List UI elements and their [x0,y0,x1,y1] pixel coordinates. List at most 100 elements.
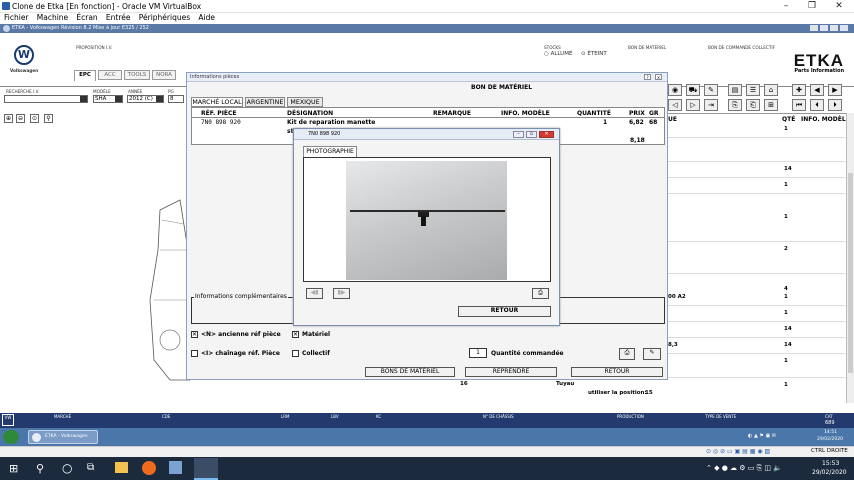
zoom-in-icon[interactable]: ⊕ [4,114,13,123]
menu-aide[interactable]: Aide [198,13,215,22]
menu-fichier[interactable]: Fichier [4,13,29,22]
paste-icon[interactable]: ⎗ [746,99,760,111]
scrollbar-thumb[interactable] [848,173,853,373]
menu-machine[interactable]: Machine [37,13,68,22]
print-icon[interactable]: ⎙ [619,348,635,360]
file-explorer-icon[interactable] [115,462,128,473]
start-orb-icon[interactable] [3,430,19,444]
next-page-icon[interactable]: ▶ [828,84,842,96]
guest-help-button[interactable] [810,25,818,31]
chk-materiel[interactable]: ✕ [292,331,299,338]
close-icon[interactable]: ✕ [655,74,662,80]
firefox-icon[interactable] [142,461,156,475]
vbox-title-bar: Clone de Etka [En fonction] - Oracle VM … [0,0,854,13]
cortana-icon[interactable]: ○ [62,461,72,475]
taskbar-etka-button[interactable]: ETKA - Volkswagen [28,430,98,444]
divider [668,113,846,114]
chk-ancienne-ref[interactable]: ✕ [191,331,198,338]
export-icon[interactable]: ✎ [643,348,661,360]
minimize-button[interactable]: – [773,0,799,13]
chk-collectif-label: Collectif [302,350,330,357]
stocks-off-radio[interactable]: ⊙ ÉTEINT [581,51,607,57]
forward-end-icon[interactable]: ⇥ [704,99,718,111]
guest-close-button[interactable] [840,25,848,31]
photo-title-bar: 7N0 898 920 – ▫ ✕ [294,129,559,140]
windows-taskbar: ⊞ ⚲ ○ ⧉ ⌃ ◆ ● ☁ ⚙ ▭ ⎘ ◫ 🔈 15:53 29/02/20… [0,457,854,480]
annee-select[interactable]: 2012 (C) [127,95,164,103]
windows-start-icon[interactable]: ⊞ [9,462,18,475]
zoom-fit-icon[interactable]: ⊙ [30,114,39,123]
tab-tools[interactable]: TOOLS [124,70,150,80]
qty-cell: 14 [784,342,792,348]
document-icon[interactable]: ▤ [728,84,742,96]
prev-photo-button[interactable]: ◀▮ [306,288,323,299]
part-prix: 6,82 [629,119,644,126]
qty-input[interactable]: 1 [469,348,487,358]
maximize-icon[interactable]: ▫ [526,131,537,138]
close-button[interactable]: ✕ [826,0,852,13]
tab-argentine[interactable]: ARGENTINE [245,97,285,107]
camera-icon[interactable]: ◉ [668,84,682,96]
magnifier-icon[interactable]: ⚲ [44,114,53,123]
last-icon[interactable]: ⏵ [828,99,842,111]
guest-taskbar: ETKA - Volkswagen ◐ ▲ ⚑ ▣ ✉ 14:51 29/02/… [0,428,854,446]
minimize-icon[interactable]: – [513,131,524,138]
tab-epc[interactable]: EPC [74,70,96,81]
tool-icon[interactable]: ✎ [704,84,718,96]
copy-icon[interactable]: ⎘ [728,99,742,111]
col-info-modele-header: INFO. MODÈLE [501,110,550,117]
menu-entree[interactable]: Entrée [106,13,131,22]
car-icon[interactable]: ⛟ [686,84,700,96]
host-key-label: CTRL DROITE [811,448,848,454]
tab-acc[interactable]: ACC [98,70,122,80]
stocks-on-radio[interactable]: ○ ALLUMÉ [544,51,572,57]
guest-maximize-button[interactable] [830,25,838,31]
print-photo-icon[interactable]: ⎙ [532,288,549,299]
side-text: 8,3 [668,342,678,348]
close-icon[interactable]: ✕ [539,131,554,138]
scrollbar[interactable] [846,113,854,403]
menu-peripheriques[interactable]: Périphériques [139,13,190,22]
status-cat-value: 689 [825,420,835,426]
list-icon[interactable]: ☰ [746,84,760,96]
maximize-button[interactable]: ❐ [799,0,825,13]
chk-chainage[interactable] [191,350,198,357]
pg-select[interactable]: 8 [168,95,184,103]
virtualbox-manager-icon[interactable] [169,461,182,474]
chk-collectif[interactable] [292,350,299,357]
forward-icon[interactable]: ▷ [686,99,700,111]
part-total: 8,18 [630,137,645,144]
bookmark-icon[interactable]: ⌂ [764,84,778,96]
menu-ecran[interactable]: Écran [76,13,97,22]
guest-minimize-button[interactable] [820,25,828,31]
reprendre-button[interactable]: REPRENDRE [465,367,557,377]
bons-materiel-button[interactable]: BONS DE MATÉRIEL [365,367,455,377]
cart-icon[interactable]: ⊞ [764,99,778,111]
first-icon[interactable]: ⏮ [792,99,806,111]
tab-marche-local[interactable]: MARCHÉ LOCAL [191,97,243,107]
chevron-down-icon [115,96,122,102]
next-photo-button[interactable]: ▮▶ [333,288,350,299]
col-gr-header: GR [649,110,659,117]
prev-page-icon[interactable]: ◀ [810,84,824,96]
qty-cell: 14 [784,166,792,172]
vbox-running-icon[interactable] [194,458,218,480]
guest-window-title: ETKA - Volkswagen Révision 8.2 Mise à jo… [12,25,149,31]
retour-button[interactable]: RETOUR [571,367,663,377]
search-icon[interactable]: ⚲ [36,462,44,475]
tab-nora[interactable]: NORA [152,70,176,80]
pin-icon[interactable]: ✚ [792,84,806,96]
task-view-icon[interactable]: ⧉ [87,462,94,473]
back-icon[interactable]: ◁ [668,99,682,111]
qty-cell: 1 [784,214,788,220]
tab-photographie[interactable]: PHOTOGRAPHIE [303,146,357,157]
recherche-select[interactable] [4,95,88,103]
photo-retour-button[interactable]: RETOUR [458,306,551,317]
help-icon[interactable]: ? [644,74,651,80]
previous-icon[interactable]: ⏴ [810,99,824,111]
part-ref[interactable]: 7N0 898 920 [201,119,241,126]
modele-select[interactable]: SHA [93,95,123,103]
zoom-out-icon[interactable]: ⊖ [16,114,25,123]
tab-mexique[interactable]: MEXIQUE [287,97,323,107]
vw-logo: W [14,45,34,65]
